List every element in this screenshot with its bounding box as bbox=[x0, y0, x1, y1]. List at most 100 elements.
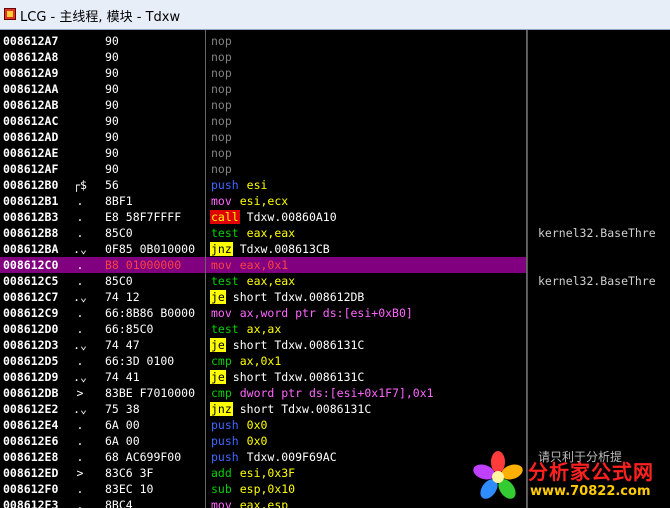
column-separator bbox=[205, 30, 206, 508]
watermark-url: www.70822.com bbox=[530, 484, 651, 499]
branch-marker: . bbox=[76, 258, 84, 272]
instruction-cell: cmp ax,0x1 bbox=[210, 353, 522, 369]
disasm-row[interactable]: 008612B8. 85C0 test eax,eax bbox=[0, 225, 526, 241]
mnemonic: jnz bbox=[210, 242, 233, 256]
disassembly-pane[interactable]: 008612A7 90 nop 008612A8 90 nop 008612A9 90 no… bbox=[0, 30, 526, 508]
address-cell: 008612DB bbox=[3, 386, 59, 400]
instruction-cell: mov eax,0x1 bbox=[210, 257, 522, 273]
address-cell: 008612B1 bbox=[3, 194, 59, 208]
address-cell: 008612A9 bbox=[3, 66, 59, 80]
operands: esi bbox=[246, 178, 268, 192]
instruction-cell: push 0x0 bbox=[210, 417, 522, 433]
hex-bytes-cell: 90 bbox=[105, 50, 119, 64]
disasm-row[interactable]: 008612A9 90 nop bbox=[0, 65, 526, 81]
instruction-cell: nop bbox=[210, 49, 522, 65]
mnemonic: test bbox=[211, 226, 239, 240]
hex-bytes-cell: 90 bbox=[105, 82, 119, 96]
instruction-cell: push esi bbox=[210, 177, 522, 193]
disasm-row[interactable]: 008612AB 90 nop bbox=[0, 97, 526, 113]
branch-marker: . bbox=[76, 274, 84, 288]
mnemonic: mov bbox=[211, 258, 232, 272]
mnemonic: push bbox=[211, 434, 239, 448]
address-cell: 008612D9 bbox=[3, 370, 59, 384]
address-cell: 008612A8 bbox=[3, 50, 59, 64]
disasm-row[interactable]: 008612D5. 66:3D 0100 cmp ax,0x1 bbox=[0, 353, 526, 369]
disasm-row[interactable]: 008612A7 90 nop bbox=[0, 33, 526, 49]
branch-marker: . bbox=[76, 434, 84, 448]
branch-marker: .⌄ bbox=[73, 290, 87, 304]
disasm-row[interactable]: 008612DB >83BE F7010000 cmp dword ptr ds:[… bbox=[0, 385, 526, 401]
address-cell: 008612F3 bbox=[3, 498, 59, 508]
disasm-row[interactable]: 008612AD 90 nop bbox=[0, 129, 526, 145]
disasm-row[interactable]: 008612F3. 8BC4 mov eax,esp bbox=[0, 497, 526, 508]
instruction-cell: push 0x0 bbox=[210, 433, 522, 449]
disasm-row[interactable]: 008612C7 .⌄ 74 12 je short Tdxw.008612DB bbox=[0, 289, 526, 305]
disasm-row[interactable]: 008612C9. 66:8B86 B0000 mov ax,word ptr ds… bbox=[0, 305, 526, 321]
comment-text: kernel32.BaseThre bbox=[538, 274, 656, 288]
hex-bytes-cell: 90 bbox=[105, 66, 119, 80]
disasm-row[interactable]: 008612ED >83C6 3F add esi,0x3F bbox=[0, 465, 526, 481]
branch-marker: . bbox=[76, 194, 84, 208]
operands: ax,ax bbox=[246, 322, 282, 336]
operands: 0x0 bbox=[246, 434, 268, 448]
operands: Tdxw.00860A10 bbox=[246, 210, 337, 224]
disasm-row[interactable]: 008612D9 .⌄ 74 41 je short Tdxw.0086131C bbox=[0, 369, 526, 385]
disasm-row-selected[interactable]: 008612C0. B8 01000000 mov eax,0x1 bbox=[0, 257, 526, 273]
mnemonic: jnz bbox=[210, 402, 233, 416]
hex-bytes-cell: 66:8B86 B0000 bbox=[105, 306, 196, 320]
operands: short Tdxw.0086131C bbox=[232, 370, 365, 384]
disasm-row[interactable]: 008612BA .⌄ 0F85 0B010000 jnz Tdxw.008613CB bbox=[0, 241, 526, 257]
address-cell: 008612ED bbox=[3, 466, 59, 480]
branch-marker: . bbox=[76, 322, 84, 336]
address-cell: 008612C7 bbox=[3, 290, 59, 304]
watermark-logo: 分析家公式网 www.70822.com bbox=[470, 448, 670, 508]
branch-marker: . bbox=[76, 498, 84, 508]
hex-bytes-cell: 6A 00 bbox=[105, 418, 140, 432]
comment-text: kernel32.BaseThre bbox=[538, 226, 656, 240]
disasm-row[interactable]: 008612E8. 68 AC699F00 push Tdxw.009F69AC bbox=[0, 449, 526, 465]
disasm-row[interactable]: 008612AF 90 nop bbox=[0, 161, 526, 177]
branch-marker: .⌄ bbox=[73, 402, 87, 416]
disasm-row[interactable]: 008612A8 90 nop bbox=[0, 49, 526, 65]
address-cell: 008612D0 bbox=[3, 322, 59, 336]
comments-pane[interactable]: kernel32.BaseThre kernel32.BaseThre 请只利于分析… bbox=[527, 30, 670, 508]
hex-bytes-cell: 90 bbox=[105, 146, 119, 160]
mnemonic: je bbox=[210, 370, 226, 384]
address-cell: 008612C0 bbox=[3, 257, 59, 273]
disasm-row[interactable]: 008612E6. 6A 00 push 0x0 bbox=[0, 433, 526, 449]
mnemonic: test bbox=[211, 274, 239, 288]
hex-bytes-cell: 83EC 10 bbox=[105, 482, 154, 496]
operands: esi,0x3F bbox=[239, 466, 296, 480]
disasm-row[interactable]: 008612B3. E8 58F7FFFF call Tdxw.00860A10 bbox=[0, 209, 526, 225]
branch-marker: . bbox=[76, 210, 84, 224]
disasm-row[interactable]: 008612E2 .⌄ 75 38 jnz short Tdxw.0086131C bbox=[0, 401, 526, 417]
hex-bytes-cell: 90 bbox=[105, 130, 119, 144]
mnemonic: nop bbox=[211, 130, 232, 144]
instruction-cell: nop bbox=[210, 81, 522, 97]
mnemonic: je bbox=[210, 338, 226, 352]
operands: short Tdxw.0086131C bbox=[239, 402, 372, 416]
operands: eax,esp bbox=[239, 498, 289, 508]
disasm-row[interactable]: 008612D0. 66:85C0 test ax,ax bbox=[0, 321, 526, 337]
flower-logo-icon bbox=[473, 451, 523, 499]
disasm-row[interactable]: 008612AE 90 nop bbox=[0, 145, 526, 161]
disasm-row[interactable]: 008612AC 90 nop bbox=[0, 113, 526, 129]
hex-bytes-cell: B8 01000000 bbox=[105, 258, 182, 272]
disasm-row[interactable]: 008612E4. 6A 00 push 0x0 bbox=[0, 417, 526, 433]
disasm-row[interactable]: 008612AA 90 nop bbox=[0, 81, 526, 97]
address-cell: 008612AE bbox=[3, 146, 59, 160]
disasm-row[interactable]: 008612B1. 8BF1 mov esi,ecx bbox=[0, 193, 526, 209]
address-cell: 008612AF bbox=[3, 162, 59, 176]
disasm-row[interactable]: 008612C5. 85C0 test eax,eax bbox=[0, 273, 526, 289]
hex-bytes-cell: 90 bbox=[105, 98, 119, 112]
address-cell: 008612AC bbox=[3, 114, 59, 128]
disasm-row[interactable]: 008612F0. 83EC 10 sub esp,0x10 bbox=[0, 481, 526, 497]
mnemonic: push bbox=[211, 450, 239, 464]
hex-bytes-cell: 6A 00 bbox=[105, 434, 140, 448]
disasm-row[interactable]: 008612B0 ┌$ 56 push esi bbox=[0, 177, 526, 193]
branch-marker: .⌄ bbox=[73, 370, 87, 384]
disasm-row[interactable]: 008612D3 .⌄ 74 47 je short Tdxw.0086131C bbox=[0, 337, 526, 353]
branch-marker: . bbox=[76, 450, 84, 464]
mnemonic: nop bbox=[211, 162, 232, 176]
hex-bytes-cell: 8BF1 bbox=[105, 194, 133, 208]
